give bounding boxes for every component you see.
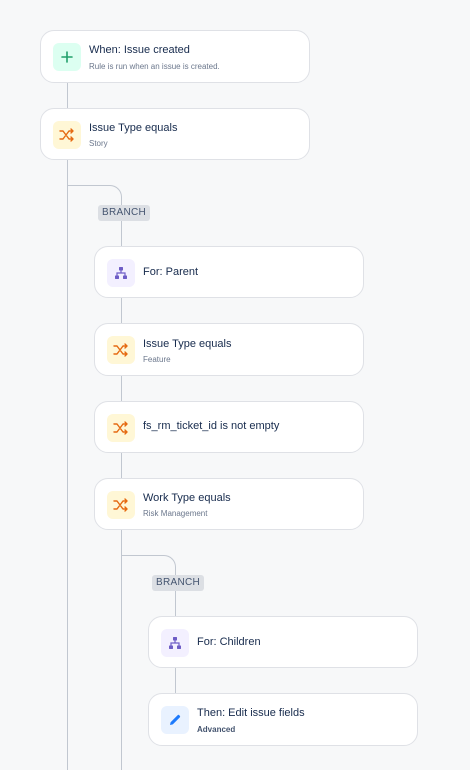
branch-connector: [121, 555, 176, 577]
branch-connector: [67, 185, 122, 207]
condition-subtitle: Risk Management: [143, 509, 208, 518]
branch-label: BRANCH: [98, 205, 151, 221]
condition-card-fs-rm-ticket[interactable]: fs_rm_ticket_id is not empty: [94, 401, 364, 453]
branch-card-for-children[interactable]: For: Children: [148, 616, 418, 668]
condition-card-work-type[interactable]: Work Type equals Risk Management: [94, 478, 364, 530]
condition-subtitle: Story: [89, 139, 108, 148]
condition-title: Issue Type equals: [89, 122, 178, 134]
connector-branch: [121, 376, 122, 401]
shuffle-icon: [107, 491, 135, 519]
trigger-subtitle: Rule is run when an issue is created.: [89, 62, 220, 71]
trigger-title: When: Issue created: [89, 44, 190, 56]
action-title: Then: Edit issue fields: [197, 707, 305, 719]
shuffle-icon: [107, 414, 135, 442]
action-subtitle: Advanced: [197, 725, 236, 734]
condition-subtitle: Feature: [143, 355, 171, 364]
shuffle-icon: [53, 121, 81, 149]
branch-label: BRANCH: [152, 575, 205, 591]
plus-icon: [53, 43, 81, 71]
pencil-icon: [161, 706, 189, 734]
branch-connector: [121, 221, 122, 246]
condition-card-issue-type-story[interactable]: Issue Type equals Story: [40, 108, 310, 160]
condition-card-issue-type-feature[interactable]: Issue Type equals Feature: [94, 323, 364, 376]
connector-branch: [121, 453, 122, 478]
connector-main: [67, 83, 68, 108]
shuffle-icon: [107, 336, 135, 364]
hierarchy-icon: [107, 259, 135, 287]
branch-connector: [175, 591, 176, 616]
condition-title: fs_rm_ticket_id is not empty: [143, 420, 280, 432]
branch-title: For: Parent: [143, 266, 199, 278]
connector-branch: [121, 298, 122, 323]
condition-title: Work Type equals: [143, 492, 231, 504]
action-card-edit-issue-fields[interactable]: Then: Edit issue fields Advanced: [148, 693, 418, 746]
condition-title: Issue Type equals: [143, 338, 232, 350]
connector-main: [67, 160, 68, 770]
branch-card-for-parent[interactable]: For: Parent: [94, 246, 364, 298]
connector-nested: [175, 668, 176, 693]
trigger-card[interactable]: When: Issue created Rule is run when an …: [40, 30, 310, 83]
branch-title: For: Children: [197, 636, 261, 648]
hierarchy-icon: [161, 629, 189, 657]
